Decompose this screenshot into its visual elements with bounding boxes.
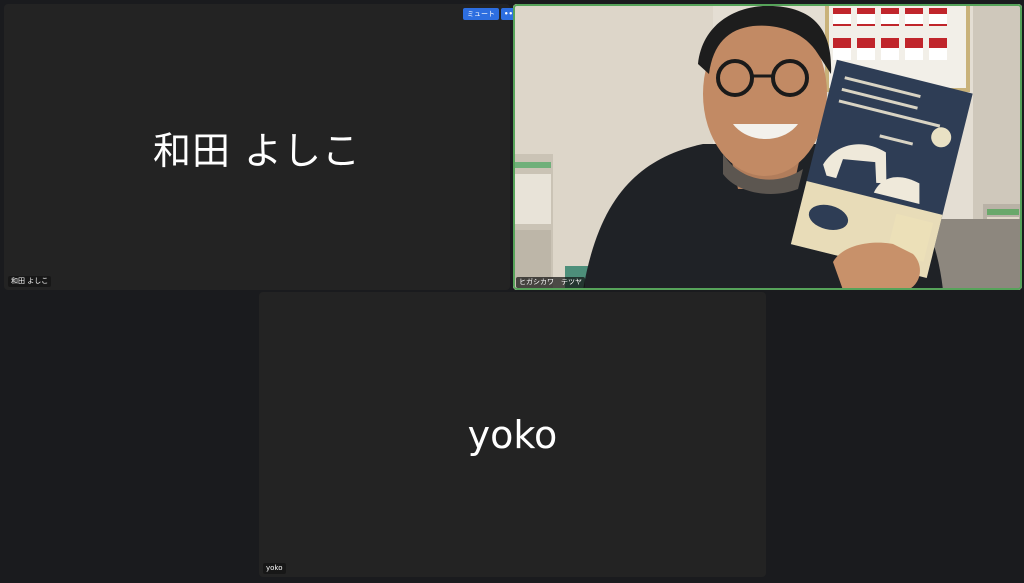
participant-name-label: 和田 よしこ bbox=[8, 276, 52, 287]
tile-toolbar: ミュート ••• bbox=[463, 8, 521, 20]
participant-tile-wada[interactable]: 和田 よしこ 和田 よしこ bbox=[4, 4, 510, 290]
video-gallery: 和田 よしこ 和田 よしこ ミュート ••• ヒガシカワ テツヤ yoko yo… bbox=[0, 0, 1024, 583]
mute-button[interactable]: ミュート bbox=[463, 8, 499, 20]
participant-tile-yoko[interactable]: yoko yoko bbox=[259, 292, 766, 577]
participant-tile-higashikawa[interactable]: ヒガシカワ テツヤ bbox=[513, 4, 1022, 290]
participant-display-name: yoko bbox=[467, 412, 558, 457]
participant-name-label: yoko bbox=[263, 563, 286, 574]
participant-display-name: 和田 よしこ bbox=[152, 128, 362, 173]
participant-name-label: ヒガシカワ テツヤ bbox=[516, 277, 585, 288]
participant-video-feed bbox=[513, 4, 1022, 290]
